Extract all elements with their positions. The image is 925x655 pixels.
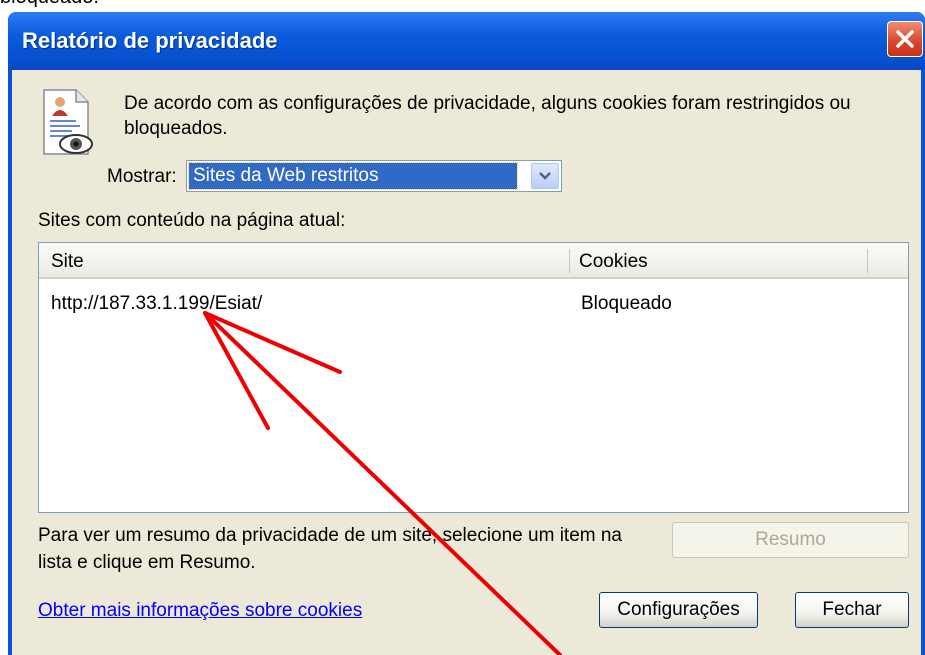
column-divider[interactable] bbox=[569, 249, 570, 273]
close-dialog-button[interactable]: Fechar bbox=[795, 592, 909, 628]
column-header-cookies[interactable]: Cookies bbox=[579, 251, 648, 273]
list-header: Site Cookies bbox=[39, 243, 908, 279]
filter-label: Mostrar: bbox=[107, 166, 177, 187]
title-bar[interactable]: Relatório de privacidade bbox=[8, 12, 925, 70]
column-divider[interactable] bbox=[867, 249, 868, 273]
close-icon bbox=[896, 30, 914, 48]
sites-list[interactable]: Site Cookies http://187.33.1.199/Esiat/ … bbox=[38, 242, 909, 513]
cookies-info-link[interactable]: Obter mais informações sobre cookies bbox=[38, 600, 362, 622]
fragment-text: bloqueado. bbox=[0, 0, 99, 9]
filter-dropdown[interactable]: Sites da Web restritos bbox=[186, 160, 562, 192]
info-message: De acordo com as configurações de privac… bbox=[124, 93, 851, 139]
summary-hint: Para ver um resumo da privacidade de um … bbox=[38, 525, 622, 573]
dropdown-button[interactable] bbox=[531, 163, 559, 189]
summary-button[interactable]: Resumo bbox=[672, 522, 909, 558]
row-cookie-status: Bloqueado bbox=[581, 293, 672, 314]
privacy-report-dialog: Relatório de privacidade De acordo com a… bbox=[8, 12, 925, 655]
privacy-report-icon bbox=[43, 89, 93, 155]
chevron-down-icon bbox=[539, 172, 551, 180]
dialog-body: De acordo com as configurações de privac… bbox=[12, 70, 921, 655]
settings-button[interactable]: Configurações bbox=[599, 592, 758, 628]
close-button[interactable] bbox=[887, 21, 923, 57]
filter-selected-value: Sites da Web restritos bbox=[188, 162, 518, 190]
list-caption: Sites com conteúdo na página atual: bbox=[38, 210, 346, 231]
column-header-site[interactable]: Site bbox=[51, 251, 84, 273]
window-title: Relatório de privacidade bbox=[22, 28, 278, 53]
row-site-url[interactable]: http://187.33.1.199/Esiat/ bbox=[51, 293, 262, 315]
